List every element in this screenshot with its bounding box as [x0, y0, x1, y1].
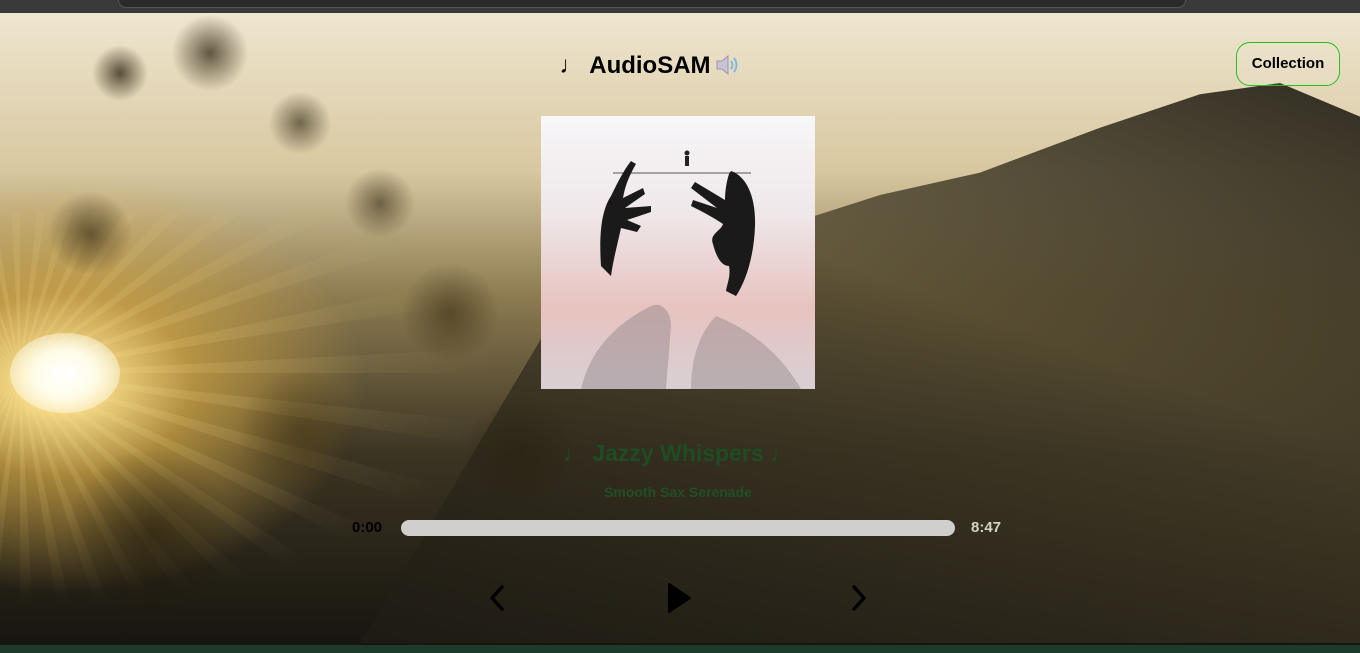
- chevron-left-icon: [490, 585, 504, 611]
- previous-button[interactable]: [482, 582, 514, 614]
- next-button[interactable]: [842, 582, 874, 614]
- progress-bar[interactable]: [401, 520, 955, 536]
- background-tree: [0, 13, 620, 645]
- total-time-wrap: 8:47: [971, 519, 1001, 536]
- speaker-icon: [715, 54, 741, 83]
- app-title: ♩ AudioSAM: [559, 52, 711, 79]
- play-icon: [668, 583, 691, 613]
- browser-top-strip: [0, 0, 1360, 13]
- background-sun: [10, 333, 120, 413]
- taskbar-strip: [0, 645, 1360, 653]
- album-art-illustration: [581, 150, 801, 389]
- app-title-wrap: ♩ AudioSAM: [0, 52, 1300, 83]
- play-button[interactable]: [661, 581, 695, 615]
- collection-button[interactable]: Collection: [1236, 42, 1340, 86]
- address-bar[interactable]: [118, 0, 1186, 8]
- track-artist: Smooth Sax Serenade: [604, 484, 752, 500]
- current-time: 0:00: [352, 519, 383, 536]
- album-art: [541, 116, 815, 389]
- total-time: 8:47: [971, 519, 1002, 536]
- chevron-right-icon: [852, 585, 866, 611]
- track-title: ♩ Jazzy Whispers ♩: [562, 440, 794, 466]
